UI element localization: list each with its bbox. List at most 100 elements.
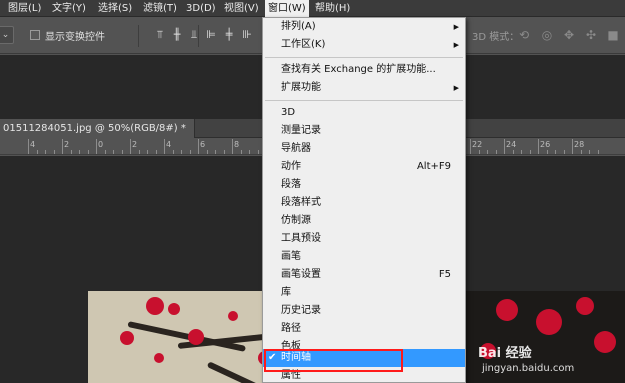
ruler-tick — [138, 150, 140, 154]
divider — [198, 25, 199, 47]
watermark-logo: Bai 经验 — [478, 346, 532, 361]
ruler-tick — [512, 150, 514, 154]
ruler-tick — [104, 150, 106, 154]
ruler-tick — [206, 150, 208, 154]
ruler-tick — [36, 150, 38, 154]
window-menu-dropdown: 排列(A) ▶ 工作区(K) ▶ 查找有关 Exchange 的扩展功能... 扩展… — [262, 17, 466, 383]
menu-item-find-extensions[interactable]: 查找有关 Exchange 的扩展功能... — [263, 61, 465, 79]
ruler-tick — [597, 150, 599, 154]
ruler-tick — [249, 150, 250, 154]
ruler-tick — [487, 150, 488, 154]
menu-item-brushes[interactable]: 画笔 — [263, 248, 465, 266]
ruler-tick — [121, 150, 123, 154]
3d-rotate-icon[interactable]: ⟲ — [517, 28, 531, 42]
document-tab[interactable]: 01511284051.jpg @ 50%(RGB/8#) * — [0, 119, 195, 138]
ruler-tick — [572, 139, 573, 154]
menu-bar: 图层(L) 文字(Y) 选择(S) 滤镜(T) 3D(D) 视图(V) 窗口(W… — [0, 0, 625, 17]
ruler-number: 2 — [132, 140, 138, 149]
ruler-number: 28 — [574, 140, 585, 149]
shortcut-label: F5 — [438, 269, 451, 280]
3d-pan-icon[interactable]: ✥ — [562, 28, 576, 42]
ruler-tick — [113, 150, 114, 154]
ruler-tick — [546, 150, 548, 154]
menu-item-clone-source[interactable]: 仿制源 — [263, 212, 465, 230]
menu-layer[interactable]: 图层(L) — [5, 0, 44, 17]
ruler-tick — [521, 150, 522, 154]
3d-roll-icon[interactable]: ◎ — [540, 28, 554, 42]
chevron-down-icon: ⌄ — [1, 30, 10, 40]
menu-item-navigator[interactable]: 导航器 — [263, 140, 465, 158]
menu-item-actions[interactable]: 动作 Alt+F9 — [263, 158, 465, 176]
watermark-url: jingyan.baidu.com — [482, 363, 575, 374]
ruler-tick — [130, 139, 131, 154]
ruler-tick — [164, 139, 165, 154]
menu-item-3d[interactable]: 3D — [263, 104, 465, 122]
menu-item-tool-presets[interactable]: 工具预设 — [263, 230, 465, 248]
menu-item-extensions[interactable]: 扩展功能 ▶ — [263, 79, 465, 97]
ruler-number: 2 — [64, 140, 70, 149]
align-vertical-center-icon[interactable]: ╫ — [171, 29, 183, 41]
ruler-tick — [96, 139, 97, 154]
ruler-tick — [53, 150, 55, 154]
ruler-tick — [232, 139, 233, 154]
ruler-tick — [563, 150, 565, 154]
ruler-tick — [215, 150, 216, 154]
ruler-number: 8 — [234, 140, 240, 149]
ruler-tick — [589, 150, 590, 154]
tool-preset-dropdown[interactable]: ⌄ — [0, 26, 14, 44]
ruler-tick — [555, 150, 556, 154]
align-top-icon[interactable]: ⫪ — [154, 29, 166, 41]
ruler-tick — [189, 150, 191, 154]
ruler-number: 0 — [98, 140, 104, 149]
3d-mode-label: 3D 模式： — [472, 32, 520, 43]
ruler-number: 6 — [200, 140, 206, 149]
ruler-tick — [240, 150, 242, 154]
align-horizontal-center-icon[interactable]: ╪ — [223, 29, 235, 41]
highlight-annotation-box — [264, 349, 403, 372]
menu-item-libraries[interactable]: 库 — [263, 284, 465, 302]
menu-separator — [265, 100, 463, 101]
3d-scale-icon[interactable]: ■ — [606, 28, 620, 42]
show-transform-controls-checkbox[interactable] — [30, 30, 40, 40]
ruler-tick — [504, 139, 505, 154]
menu-select[interactable]: 选择(S) — [95, 0, 135, 17]
document-tab-title: 01511284051.jpg @ 50%(RGB/8#) * — [3, 123, 186, 134]
menu-separator — [265, 57, 463, 58]
ruler-tick — [529, 150, 531, 154]
menu-item-brush-settings[interactable]: 画笔设置 F5 — [263, 266, 465, 284]
ruler-number: 4 — [30, 140, 36, 149]
ruler-tick — [87, 150, 89, 154]
ruler-tick — [155, 150, 157, 154]
align-right-icon[interactable]: ⊪ — [241, 29, 253, 41]
ruler-tick — [538, 139, 539, 154]
menu-3d[interactable]: 3D(D) — [183, 0, 219, 17]
menu-item-arrange[interactable]: 排列(A) ▶ — [263, 18, 465, 36]
menu-item-measurement-log[interactable]: 测量记录 — [263, 122, 465, 140]
menu-type[interactable]: 文字(Y) — [49, 0, 89, 17]
ruler-tick — [495, 150, 497, 154]
submenu-arrow-icon: ▶ — [453, 41, 459, 49]
ruler-tick — [257, 150, 259, 154]
align-left-icon[interactable]: ⊫ — [205, 29, 217, 41]
ruler-number: 26 — [540, 140, 551, 149]
menu-item-history[interactable]: 历史记录 — [263, 302, 465, 320]
ruler-number: 24 — [506, 140, 517, 149]
3d-slide-icon[interactable]: ✣ — [584, 28, 598, 42]
ruler-tick — [70, 150, 72, 154]
shortcut-label: Alt+F9 — [416, 161, 451, 172]
ruler-tick — [181, 150, 182, 154]
menu-window[interactable]: 窗口(W) — [265, 0, 309, 17]
ruler-number: 22 — [472, 140, 483, 149]
menu-item-paragraph[interactable]: 段落 — [263, 176, 465, 194]
menu-item-workspace[interactable]: 工作区(K) ▶ — [263, 36, 465, 54]
submenu-arrow-icon: ▶ — [453, 23, 459, 31]
menu-item-paragraph-styles[interactable]: 段落样式 — [263, 194, 465, 212]
ruler-tick — [580, 150, 582, 154]
ruler-tick — [45, 150, 46, 154]
menu-help[interactable]: 帮助(H) — [312, 0, 353, 17]
ruler-tick — [198, 139, 199, 154]
menu-view[interactable]: 视图(V) — [221, 0, 262, 17]
ruler-tick — [147, 150, 148, 154]
menu-filter[interactable]: 滤镜(T) — [140, 0, 180, 17]
menu-item-paths[interactable]: 路径 — [263, 320, 465, 338]
